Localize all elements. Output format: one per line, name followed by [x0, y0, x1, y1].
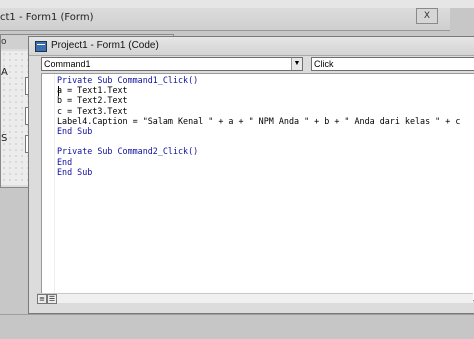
code-editor[interactable]: Private Sub Command1_Click() a = Text1.T…: [41, 73, 474, 301]
margin-indicator-bar[interactable]: [42, 74, 55, 300]
full-module-view-icon[interactable]: ☰: [47, 294, 57, 304]
close-button[interactable]: X: [416, 8, 438, 24]
code-window-titlebar[interactable]: Project1 - Form1 (Code): [29, 37, 474, 56]
bottom-strip: [0, 314, 474, 339]
procedure-view-icon[interactable]: ≡: [37, 294, 47, 304]
code-window[interactable]: Project1 - Form1 (Code) Command1 ▼ Click…: [28, 36, 474, 314]
code-line: Label4.Caption = "Salam Kenal " + a + " …: [57, 115, 461, 126]
form-label-a[interactable]: A: [1, 67, 8, 78]
code-window-title: Project1 - Form1 (Code): [51, 40, 159, 51]
dropdown-arrow-icon[interactable]: ▼: [291, 58, 302, 70]
object-combo-value: Command1: [44, 59, 91, 69]
code-line: b = Text2.Text: [57, 95, 128, 106]
code-line: End Sub: [57, 126, 93, 137]
form-designer-title: ct1 - Form1 (Form): [0, 12, 94, 23]
form-label-s[interactable]: S: [1, 133, 7, 144]
top-strip: [0, 0, 474, 8]
code-line: c = Text3.Text: [57, 105, 128, 116]
code-line: End: [57, 156, 73, 167]
code-line: a = Text1.Text: [57, 85, 128, 96]
object-combo[interactable]: Command1 ▼: [41, 57, 303, 71]
app-icon: [35, 41, 47, 52]
code-line: Private Sub Command1_Click(): [57, 75, 199, 85]
code-line: End Sub: [57, 166, 93, 177]
text-caret: [58, 86, 59, 96]
procedure-combo[interactable]: Click: [311, 57, 474, 71]
procedure-combo-value: Click: [314, 59, 334, 69]
form-designer-titlebar[interactable]: ct1 - Form1 (Form) X: [0, 8, 450, 31]
editor-bottom-bar[interactable]: ≡ ☰: [37, 293, 473, 304]
code-line: Private Sub Command2_Click(): [57, 146, 199, 157]
code-text[interactable]: Private Sub Command1_Click() a = Text1.T…: [57, 75, 460, 177]
